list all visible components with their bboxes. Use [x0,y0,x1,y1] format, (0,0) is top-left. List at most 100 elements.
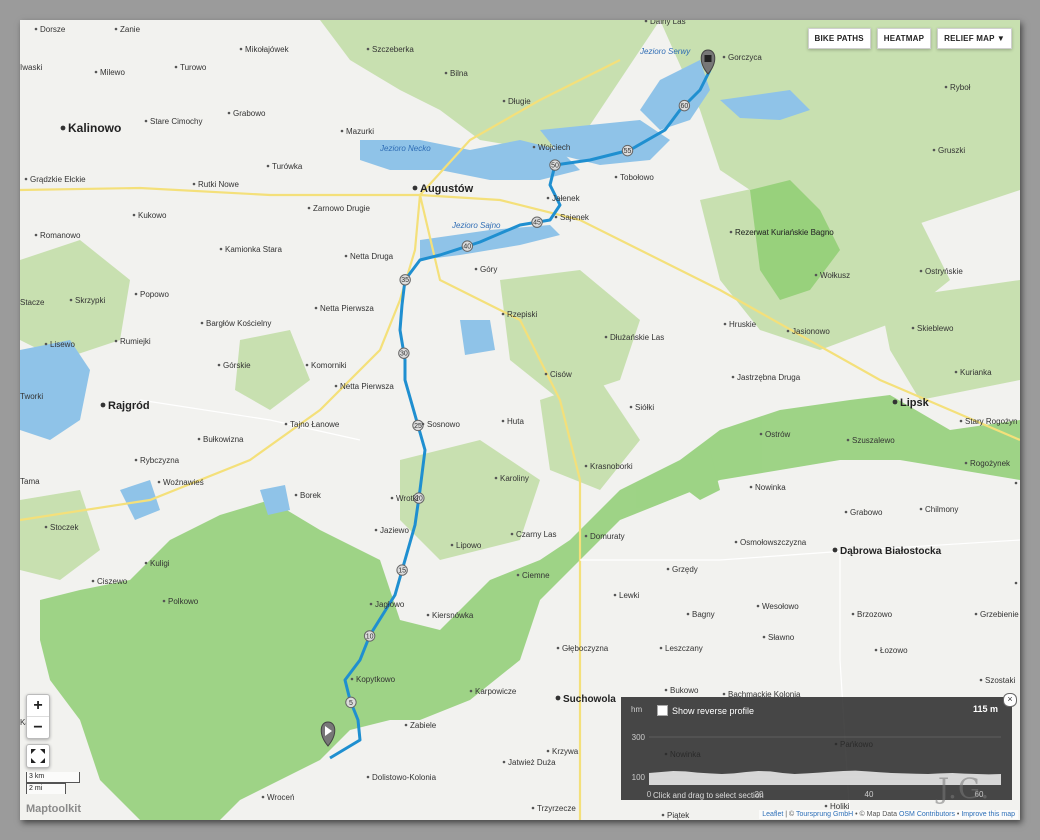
village-dot [134,458,138,462]
village-dot [516,573,520,577]
village-label: Jastrzębna Druga [737,373,801,382]
village-label: Czarny Las [516,530,556,539]
village-dot [307,206,311,210]
village-label: Ryboł [950,83,971,92]
village-dot [722,55,726,59]
village-label: Szuszalewo [852,436,895,445]
map-frame[interactable]: 5 10 15 20 25 30 35 40 45 50 55 60 Jezioro Serwy Je… [20,20,1020,820]
village-label: Kuligi [150,559,170,568]
village-label: Popowo [140,290,169,299]
km-marker-label: 15 [398,568,406,575]
town-label: Kalinowo [68,121,121,135]
village-label: Jałenek [552,194,581,203]
km-marker-label: 35 [401,277,409,284]
village-dot [114,27,118,31]
village-dot [366,47,370,51]
village-label: Sajenek [560,213,590,222]
watermark: J.G. [938,772,991,805]
village-dot [374,528,378,532]
village-dot [964,461,968,465]
village-dot [157,480,161,484]
relief-map-button[interactable]: RELIEF MAP ▼ [937,28,1012,49]
profile-x-tick: 20 [755,790,764,799]
village-dot [762,635,766,639]
village-label: Kamionka Stara [225,245,282,254]
village-label: Kurianka [960,368,992,377]
village-label: Chilmony [925,505,958,514]
village-dot [919,269,923,273]
leaflet-link[interactable]: Leaflet [762,811,783,818]
village-label: Woźnawieś [163,478,204,487]
village-dot [844,510,848,514]
village-dot [1014,581,1018,585]
heatmap-button[interactable]: HEATMAP [876,28,932,49]
village-label: Netta Pierwsza [320,304,374,313]
village-dot [94,70,98,74]
village-dot [294,493,298,497]
town-dot [60,125,66,131]
bike-paths-button[interactable]: BIKE PATHS [807,28,871,49]
village-dot [501,312,505,316]
village-label: Turowo [180,63,207,72]
village-dot [510,532,514,536]
village-dot [629,405,633,409]
km-marker-label: 40 [463,244,471,251]
village-label: Wrotki [396,494,419,503]
village-label: Lisewo [50,340,75,349]
village-label: Grabowo [850,508,883,517]
village-label: Bagny [692,610,715,619]
town-dot [555,695,561,701]
village-dot [664,688,668,692]
village-label: Zarnowo Drugie [313,204,370,213]
village-dot [421,422,425,426]
village-label: Wołkusz [820,271,850,280]
fullscreen-icon[interactable] [26,744,50,768]
village-dot [284,422,288,426]
village-dot [144,119,148,123]
osm-link[interactable]: OSM Contributors [899,811,955,818]
village-dot [546,749,550,753]
village-label: Stare Cimochy [150,117,202,126]
village-dot [494,476,498,480]
village-label: Górskie [223,361,251,370]
village-dot [666,567,670,571]
close-icon[interactable]: × [1003,693,1017,707]
profile-y-tick: 100 [632,773,646,782]
toursprung-link[interactable]: Toursprung GmbH [796,811,853,818]
village-label: Łozowo [880,646,908,655]
village-label: Krasnoborki [590,462,633,471]
improve-map-link[interactable]: Improve this map [961,811,1015,818]
km-marker-label: 50 [551,162,559,169]
village-dot [979,678,983,682]
scale-km: 3 km [26,772,80,783]
town-label: Augustów [420,183,474,195]
village-dot [759,432,763,436]
village-label: Piątek [667,811,690,820]
village-label: Ciemne [522,571,550,580]
village-label: Romanowo [40,231,81,240]
village-dot [531,806,535,810]
village-label: Krzywa [552,747,579,756]
village-label: Jagłowo [375,600,405,609]
village-dot [239,47,243,51]
village-label: Dłużańskie Las [610,333,664,342]
town-label: Rajgród [108,400,150,412]
village-label: Kopytkowo [356,675,396,684]
village-dot [261,795,265,799]
village-dot [502,99,506,103]
town-label: Lipsk [900,397,930,409]
zoom-out-icon[interactable]: − [27,717,49,738]
village-dot [851,612,855,616]
village-label: Jaziewo [380,526,409,535]
village-dot [34,233,38,237]
village-dot [450,543,454,547]
km-marker-label: 30 [400,351,408,358]
zoom-in-icon[interactable]: + [27,695,49,717]
village-dot [305,363,309,367]
village-label: Huta [507,417,524,426]
village-label: Tama [20,477,40,486]
village-dot [686,612,690,616]
village-dot [846,438,850,442]
village-label: Szczeberka [372,45,414,54]
village-label: Gruszki [938,146,965,155]
